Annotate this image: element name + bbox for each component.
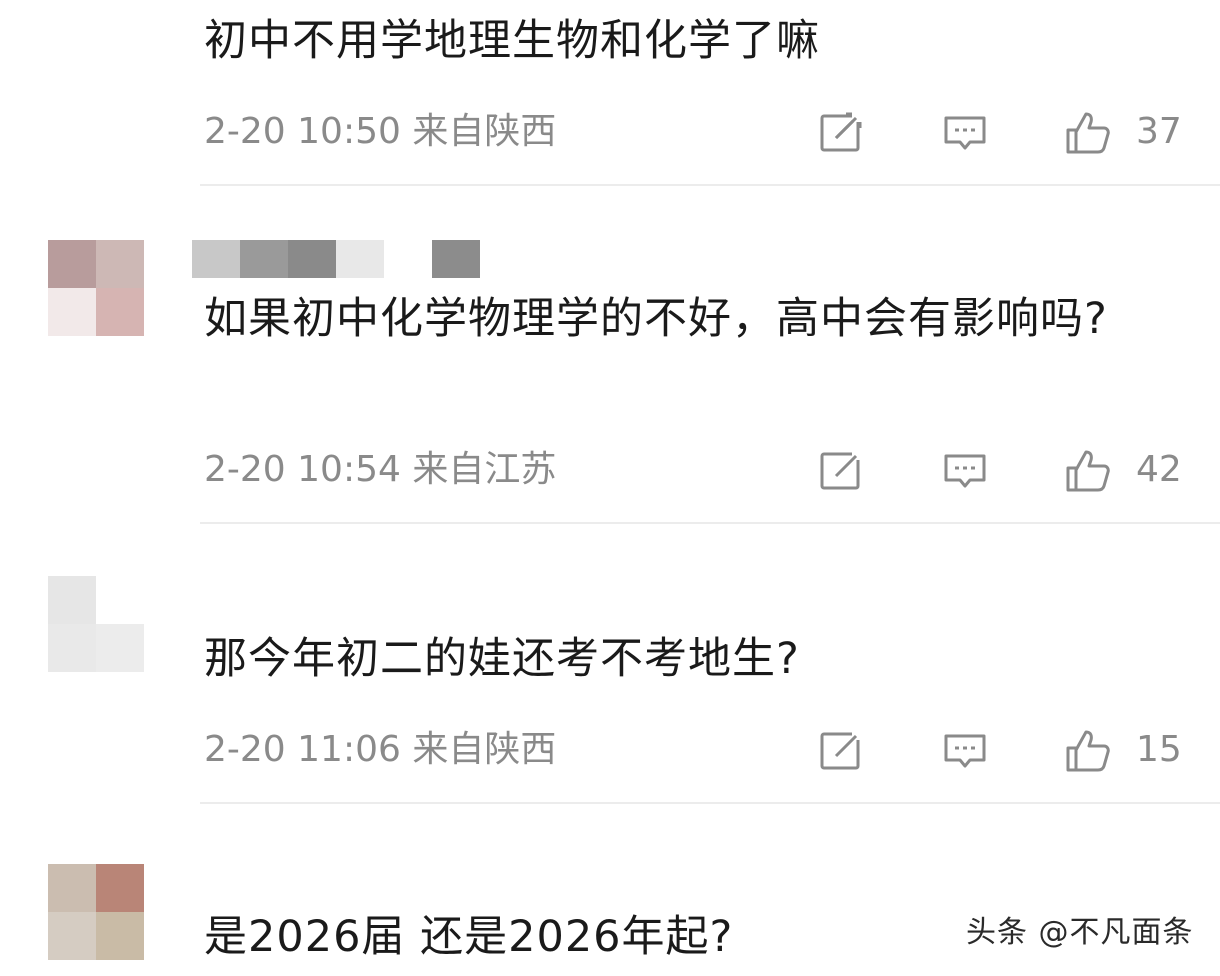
comment-text: 那今年初二的娃还考不考地生? — [204, 634, 800, 684]
thumbs-up-icon[interactable] — [1064, 728, 1110, 774]
thumbs-up-icon[interactable] — [1064, 448, 1110, 494]
comment-time: 2-20 10:50 — [204, 111, 401, 152]
avatar-pixel — [96, 288, 144, 336]
like-count: 37 — [1136, 111, 1182, 152]
comment-text: 初中不用学地理生物和化学了嘛 — [204, 16, 820, 66]
comment-time-location: 2-20 10:50 来自陕西 — [204, 108, 556, 156]
username-pixel — [240, 240, 288, 278]
username-pixel — [384, 240, 432, 278]
avatar-pixel — [96, 864, 144, 912]
share-icon[interactable] — [818, 728, 864, 774]
comment-text: 是2026届 还是2026年起? — [204, 912, 734, 962]
avatar[interactable] — [48, 576, 144, 672]
avatar[interactable] — [48, 240, 144, 336]
avatar-pixel — [48, 912, 96, 960]
avatar[interactable] — [48, 864, 144, 960]
like-count: 15 — [1136, 729, 1182, 770]
comment-time-location: 2-20 11:06 来自陕西 — [204, 726, 556, 774]
username-pixel — [288, 240, 336, 278]
divider — [200, 522, 1220, 524]
avatar-pixel — [96, 0, 144, 48]
comment-time-location: 2-20 10:54 来自江苏 — [204, 446, 556, 494]
avatar-pixel — [96, 912, 144, 960]
avatar[interactable] — [48, 0, 144, 48]
avatar-pixel — [96, 576, 144, 624]
avatar-pixel — [48, 864, 96, 912]
comment-icon[interactable] — [942, 728, 988, 774]
comment-location: 来自陕西 — [412, 729, 557, 770]
avatar-pixel — [48, 240, 96, 288]
comment-time: 2-20 11:06 — [204, 729, 401, 770]
comment-icon[interactable] — [942, 110, 988, 156]
divider — [200, 802, 1220, 804]
comment-text: 如果初中化学物理学的不好，高中会有影响吗? — [204, 294, 1108, 344]
comment-location: 来自陕西 — [412, 111, 557, 152]
avatar-pixel — [96, 240, 144, 288]
comment-meta: 2-20 10:54 来自江苏 42 — [204, 446, 1204, 494]
comment-location: 来自江苏 — [412, 449, 557, 490]
username-blurred[interactable] — [192, 240, 480, 278]
thumbs-up-icon[interactable] — [1064, 110, 1110, 156]
avatar-pixel — [48, 624, 96, 672]
username-pixel — [432, 240, 480, 278]
avatar-pixel — [96, 624, 144, 672]
share-icon[interactable] — [818, 448, 864, 494]
comment-meta: 2-20 11:06 来自陕西 15 — [204, 726, 1204, 774]
divider — [200, 184, 1220, 186]
username-pixel — [192, 240, 240, 278]
avatar-pixel — [48, 0, 96, 48]
username-pixel — [336, 240, 384, 278]
avatar-pixel — [48, 288, 96, 336]
like-count: 42 — [1136, 449, 1182, 490]
avatar-pixel — [48, 576, 96, 624]
watermark: 头条 @不凡面条 — [966, 915, 1194, 950]
share-icon[interactable] — [818, 110, 864, 156]
comment-time: 2-20 10:54 — [204, 449, 401, 490]
comment-icon[interactable] — [942, 448, 988, 494]
comment-meta: 2-20 10:50 来自陕西 37 — [204, 108, 1204, 156]
